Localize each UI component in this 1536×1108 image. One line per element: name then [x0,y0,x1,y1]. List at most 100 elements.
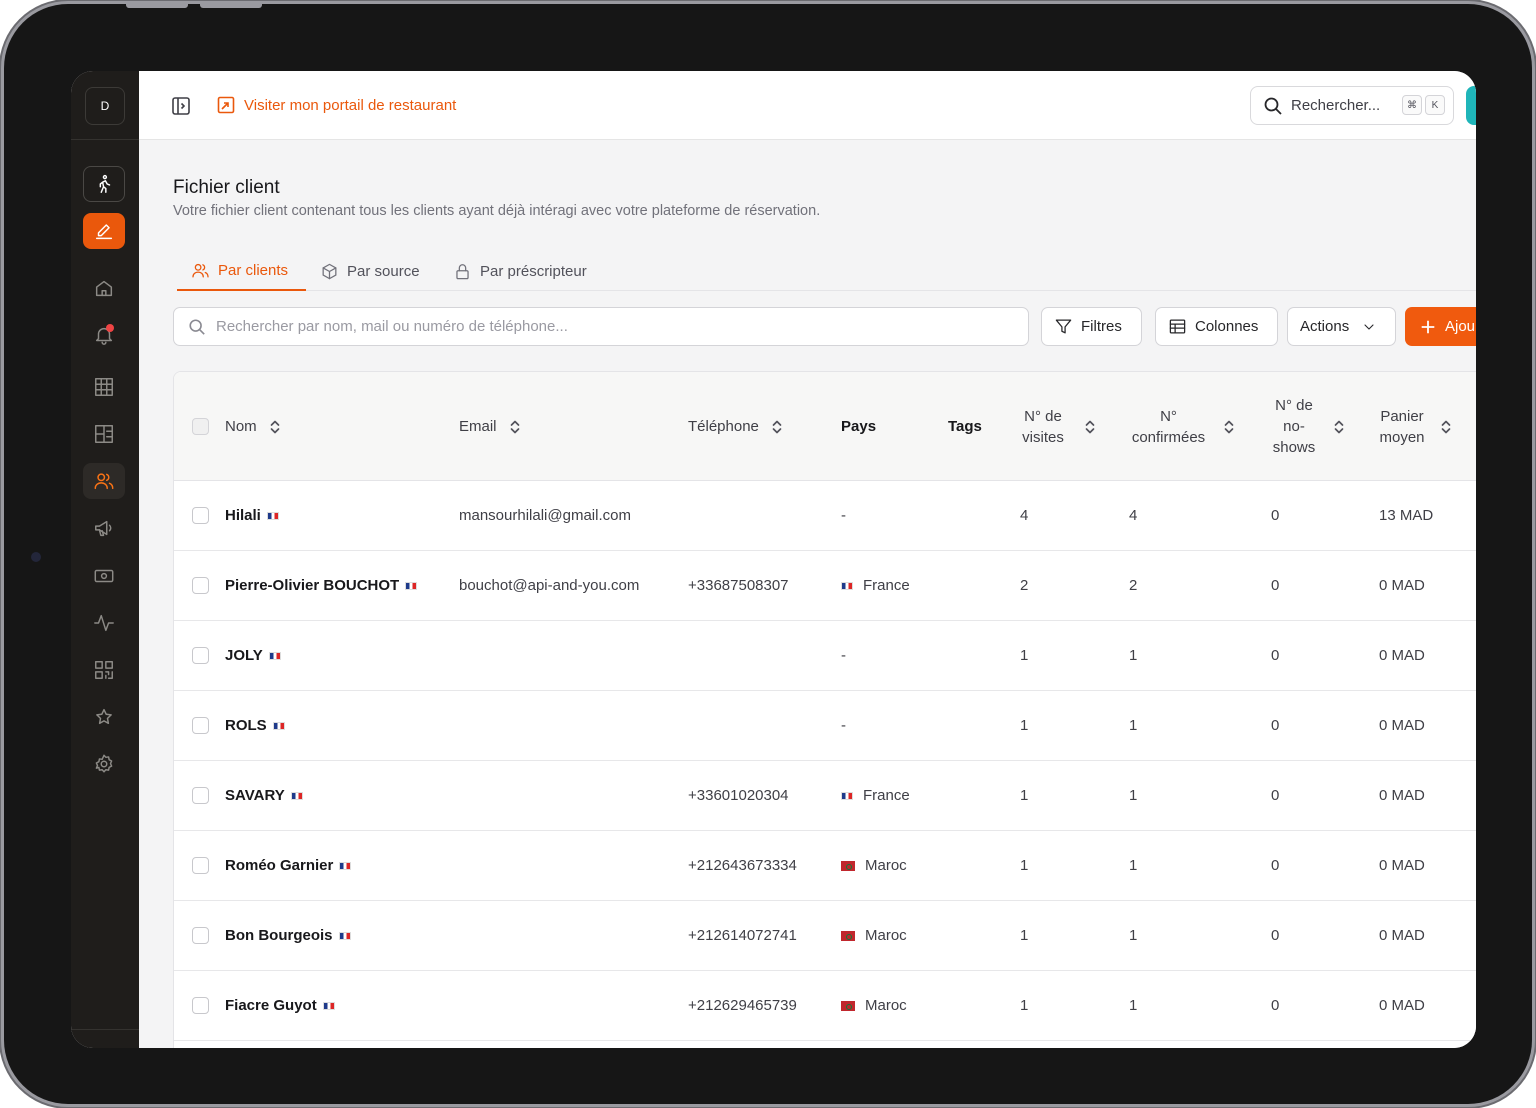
filters-label: Filtres [1081,318,1122,335]
table-row[interactable]: JOLY - 1 1 0 0 MAD [174,621,1476,691]
sort-icon [1334,420,1344,433]
activity-icon [94,614,114,632]
flag-ma-icon [841,860,855,871]
filters-button[interactable]: Filtres [1041,307,1142,346]
workspace-avatar[interactable]: D [85,87,125,125]
tab-par-source[interactable]: Par source [306,251,434,291]
column-header-tags: Tags [948,372,982,481]
sidebar-item-floor-plan[interactable] [83,416,125,452]
row-checkbox[interactable] [192,507,209,524]
select-all-checkbox[interactable] [192,418,209,435]
client-visits-text: 4 [1020,507,1029,524]
client-name[interactable]: Pierre-Olivier BOUCHOT [225,551,418,620]
row-checkbox[interactable] [192,647,209,664]
row-checkbox[interactable] [192,717,209,734]
client-country: - [841,481,846,550]
client-country-text: - [841,647,846,664]
client-name[interactable]: Fiacre Guyot [225,971,335,1040]
row-checkbox[interactable] [192,997,209,1014]
client-name[interactable]: JOLY [225,621,281,690]
sidebar-item-grid[interactable] [83,369,125,405]
client-basket-text: 13 MAD [1379,507,1434,524]
client-search-input[interactable] [216,318,996,335]
table-row[interactable]: SAVARY +33601020304 France 1 1 0 0 MAD [174,761,1476,831]
client-basket: 0 MAD [1379,691,1425,760]
actions-dropdown[interactable]: Actions [1287,307,1396,346]
client-noshows: 0 [1271,761,1279,830]
sidebar-item-edit[interactable] [83,213,125,249]
filter-icon [1055,319,1072,334]
sidebar-item-walk-in[interactable] [83,166,125,202]
actions-label: Actions [1300,318,1350,335]
client-basket: 0 MAD [1379,621,1425,690]
column-header-telephone[interactable]: Téléphone [688,372,785,481]
sort-icon [270,420,280,433]
row-checkbox[interactable] [192,857,209,874]
client-name-text: SAVARY [225,787,285,804]
table-row[interactable]: Roméo Garnier +212643673334 Maroc 1 1 0 0 MAD [174,831,1476,901]
sidebar-item-clients[interactable] [83,463,125,499]
portal-link[interactable]: Visiter mon portail de restaurant [216,95,456,115]
client-basket-text: 0 MAD [1379,577,1425,594]
column-header-nom[interactable]: Nom [225,372,283,481]
flag-ma-icon [841,930,855,941]
client-phone-text: +212643673334 [688,857,797,874]
add-client-label: Ajou [1445,318,1476,335]
client-name[interactable]: Hilali [225,481,279,550]
client-name[interactable]: Roméo Garnier [225,831,352,900]
column-header-noshows[interactable]: N° de no-shows [1267,372,1347,481]
client-name[interactable]: Bon Bourgeois [225,901,351,970]
sidebar-item-settings[interactable] [83,746,125,782]
client-country: - [841,691,846,760]
client-basket: 0 MAD [1379,901,1425,970]
column-header-panier[interactable]: Panier moyen [1376,372,1454,481]
sidebar-item-marketing[interactable] [83,510,125,546]
table-columns-icon [1169,319,1186,334]
global-search-button[interactable]: Rechercher... ⌘ K [1250,86,1454,125]
client-confirmed: 4 [1129,481,1137,550]
row-checkbox[interactable] [192,927,209,944]
table-row[interactable]: Fiacre Guyot +212629465739 Maroc 1 1 0 0 MAD [174,971,1476,1041]
page-title: Fichier client [173,177,280,198]
table-row[interactable]: ROLS - 1 1 0 0 MAD [174,691,1476,761]
flag-fr-icon [338,931,351,940]
table-row[interactable]: Hilali mansourhilali@gmail.com - 4 4 0 13 MAD [174,481,1476,551]
sidebar-item-notifications[interactable] [83,317,125,353]
client-name[interactable]: SAVARY [225,761,303,830]
column-header-email[interactable]: Email [459,372,523,481]
table-row[interactable]: Pierre-Olivier BOUCHOT bouchot@api-and-yo… [174,551,1476,621]
sidebar-item-home[interactable] [83,270,125,306]
teal-action-button[interactable] [1466,86,1476,125]
sidebar-item-reviews[interactable] [83,699,125,735]
client-name[interactable]: ROLS [225,691,285,760]
row-checkbox[interactable] [192,577,209,594]
column-label: Pays [841,418,877,435]
sidebar-item-qr[interactable] [83,652,125,688]
tab-par-clients[interactable]: Par clients [177,251,306,291]
kbd-k: K [1425,95,1445,115]
client-basket: 0 MAD [1379,831,1425,900]
client-visits-text: 1 [1020,787,1029,804]
page-subtitle: Votre fichier client contenant tous les … [173,203,821,219]
column-header-pays: Pays [841,372,876,481]
column-header-confirmees[interactable]: N° confirmées [1126,372,1237,481]
client-basket-text: 0 MAD [1379,857,1425,874]
client-country-text: Maroc [865,927,907,944]
flag-fr-icon [272,721,285,730]
client-search-field[interactable] [173,307,1029,346]
volume-button [200,4,262,8]
client-confirmed-text: 1 [1129,717,1138,734]
row-checkbox[interactable] [192,787,209,804]
table-row[interactable]: Bon Bourgeois +212614072741 Maroc 1 1 0 0 MAD [174,901,1476,971]
column-header-visites[interactable]: N° de visites [1014,372,1098,481]
sidebar-item-payments[interactable] [83,558,125,594]
client-confirmed-text: 4 [1129,507,1138,524]
client-basket-text: 0 MAD [1379,997,1425,1014]
sidebar-item-stats[interactable] [83,605,125,641]
add-client-button[interactable]: Ajou [1405,307,1476,346]
tab-par-prescripteur[interactable]: Par préscripteur [439,251,601,291]
client-basket-text: 0 MAD [1379,787,1425,804]
toggle-sidebar-button[interactable] [171,96,191,116]
sort-icon [1441,420,1451,433]
columns-button[interactable]: Colonnes [1155,307,1278,346]
